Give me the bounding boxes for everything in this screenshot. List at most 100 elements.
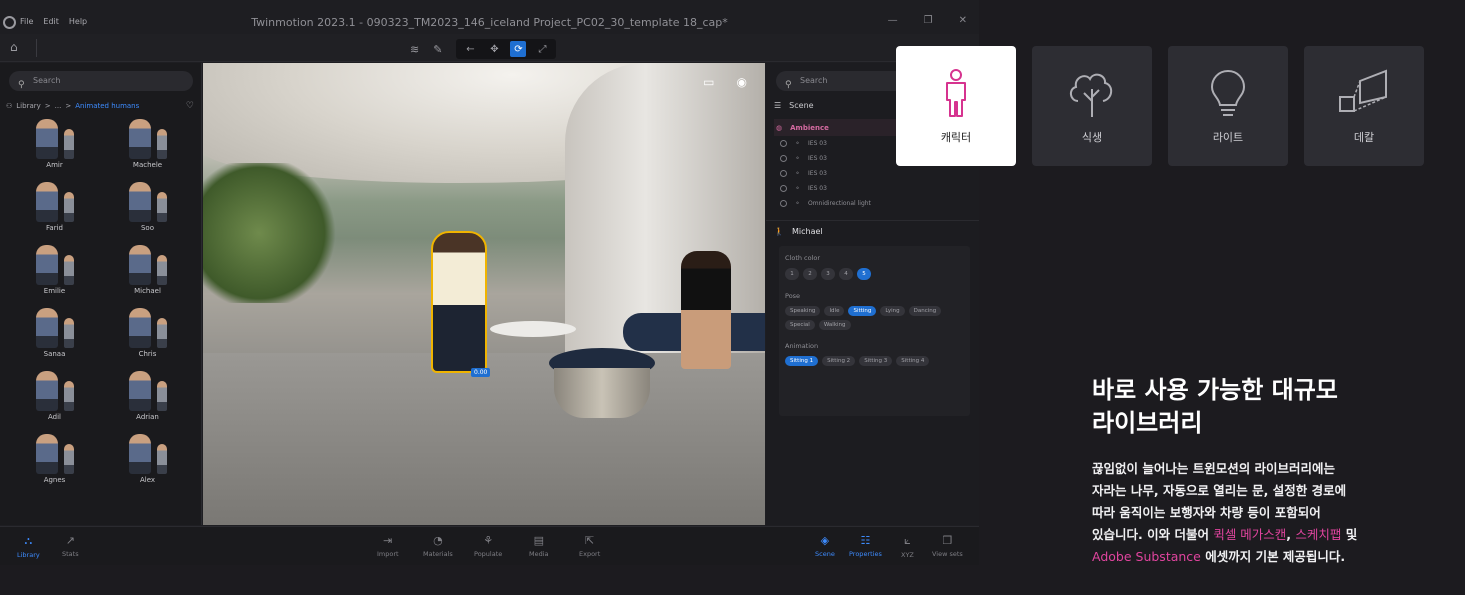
close-icon[interactable]: ✕ — [959, 15, 967, 26]
category-card-light[interactable]: 라이트 — [1168, 46, 1288, 166]
tab-label: Export — [579, 550, 601, 558]
pose-option[interactable]: Dancing — [908, 306, 942, 316]
character-item[interactable]: Michael — [101, 245, 194, 296]
search-icon: ⚲ — [785, 80, 792, 90]
section-headline: 바로 사용 가능한 대규모 라이브러리 — [1092, 374, 1432, 440]
animation-option[interactable]: Sitting 4 — [896, 356, 930, 366]
pose-option[interactable]: Idle — [824, 306, 845, 316]
restore-icon[interactable]: ❐ — [924, 15, 933, 26]
link-sketchfab[interactable]: 스케치팹 — [1295, 527, 1341, 542]
character-item[interactable]: Alex — [101, 434, 194, 485]
title-bar: File Edit Help Twinmotion 2023.1 - 09032… — [0, 12, 979, 34]
home-icon[interactable]: ⌂ — [10, 40, 18, 54]
outline-item[interactable]: ⚬ Omnidirectional light — [774, 196, 974, 211]
back-icon[interactable]: ← — [462, 41, 478, 57]
pose-option-selected[interactable]: Sitting — [848, 306, 877, 316]
stats-icon: ↗ — [65, 534, 75, 547]
eye-icon[interactable] — [780, 185, 787, 192]
tab-library[interactable]: ⛬ Library — [17, 534, 40, 559]
character-thumbnail — [122, 371, 174, 411]
tab-export[interactable]: ⇱ Export — [579, 534, 600, 558]
light-icon: ⚬ — [795, 200, 801, 207]
animation-option-selected[interactable]: Sitting 1 — [785, 356, 819, 366]
cloth-color-title: Cloth color — [785, 254, 821, 262]
person-icon — [946, 69, 966, 117]
tab-populate[interactable]: ⚘ Populate — [474, 534, 502, 558]
animation-option[interactable]: Sitting 2 — [822, 356, 856, 366]
cloth-color-option[interactable]: 3 — [821, 268, 835, 280]
character-item[interactable]: Chris — [101, 308, 194, 359]
walking-person-icon: 🚶 — [774, 227, 784, 236]
tab-properties[interactable]: ☷ Properties — [849, 534, 882, 558]
light-icon: ⚬ — [795, 170, 801, 177]
minimize-icon[interactable]: — — [888, 15, 898, 26]
character-item[interactable]: Machele — [101, 119, 194, 170]
pose-option[interactable]: Special — [785, 320, 815, 330]
breadcrumb-ellipsis[interactable]: ... — [55, 102, 62, 110]
eye-icon[interactable] — [780, 155, 787, 162]
rotate-icon[interactable]: ⟳ — [510, 41, 527, 57]
outline-item-label: Ambience — [790, 123, 829, 132]
move-icon[interactable]: ✥ — [486, 41, 502, 57]
tab-label: Properties — [849, 550, 882, 558]
character-thumbnail — [29, 245, 81, 285]
eye-icon[interactable] — [780, 200, 787, 207]
character-item[interactable]: Emilie — [8, 245, 101, 296]
viewport-woman-reading[interactable] — [681, 251, 731, 369]
library-tree-icon: ⚇ — [6, 102, 13, 110]
category-card-vegetation[interactable]: 식생 — [1032, 46, 1152, 166]
breadcrumb-animated-humans[interactable]: Animated humans — [75, 102, 139, 110]
eye-icon[interactable] — [780, 170, 787, 177]
tab-scene[interactable]: ◈ Scene — [815, 534, 835, 558]
character-item[interactable]: Adrian — [101, 371, 194, 422]
tab-stats[interactable]: ↗ Stats — [62, 534, 79, 558]
cloth-color-option[interactable]: 4 — [839, 268, 853, 280]
category-label: 캐릭터 — [940, 131, 972, 144]
cloth-color-option[interactable]: 1 — [785, 268, 799, 280]
media-icon: ▤ — [533, 534, 544, 547]
tab-view-sets[interactable]: ❒ View sets — [932, 534, 963, 558]
eye-icon[interactable]: ◉ — [737, 75, 747, 89]
character-item[interactable]: Adil — [8, 371, 101, 422]
tab-media[interactable]: ▤ Media — [529, 534, 549, 558]
scale-icon[interactable]: ⤢ — [534, 41, 550, 57]
character-item[interactable]: Agnes — [8, 434, 101, 485]
pose-option[interactable]: Walking — [818, 320, 851, 330]
outline-item[interactable]: ⚬ IES 03 — [774, 166, 974, 181]
picker-icon[interactable]: ✎ — [433, 43, 442, 56]
link-quixel-megascans[interactable]: 퀵셀 메가스캔 — [1213, 527, 1286, 542]
character-item[interactable]: Farid — [8, 182, 101, 233]
tab-xyz[interactable]: ⟀ XYZ — [901, 534, 914, 559]
character-item[interactable]: Soo — [101, 182, 194, 233]
gizmo-value-badge[interactable]: 0.00 — [471, 368, 491, 377]
link-adobe-substance[interactable]: Adobe Substance — [1092, 549, 1201, 564]
viewport-floor — [203, 353, 765, 525]
character-item[interactable]: Sanaa — [8, 308, 101, 359]
tab-label: Materials — [423, 550, 453, 558]
tab-import[interactable]: ⇥ Import — [377, 534, 399, 558]
character-item[interactable]: Amir — [8, 119, 101, 170]
outline-item[interactable]: ⚬ IES 03 — [774, 181, 974, 196]
scene-search-input[interactable]: ⚲ Search — [776, 71, 906, 91]
library-search-input[interactable]: ⚲ Search — [9, 71, 193, 91]
panel-toggle-icon[interactable]: ▭ — [703, 75, 714, 89]
3d-viewport[interactable]: 0.00 ▭ ◉ — [203, 63, 765, 525]
animation-options: Sitting 1 Sitting 2 Sitting 3 Sitting 4 — [785, 356, 964, 366]
animation-option[interactable]: Sitting 3 — [859, 356, 893, 366]
category-card-decal[interactable]: 데칼 — [1304, 46, 1424, 166]
character-thumbnail — [29, 308, 81, 348]
tab-materials[interactable]: ◔ Materials — [423, 534, 453, 558]
eye-icon[interactable] — [780, 140, 787, 147]
category-card-character[interactable]: 캐릭터 — [896, 46, 1016, 166]
selected-character-michael[interactable] — [431, 231, 487, 373]
layers-icon[interactable]: ≋ — [410, 43, 419, 56]
breadcrumb-library[interactable]: Library — [16, 102, 40, 110]
favorite-heart-icon[interactable]: ♡ — [186, 101, 194, 111]
breadcrumb-separator: > — [65, 102, 72, 110]
cloth-color-option-selected[interactable]: 5 — [857, 268, 871, 280]
pose-option[interactable]: Lying — [880, 306, 905, 316]
outline-item-label: IES 03 — [808, 170, 827, 177]
pose-option[interactable]: Speaking — [785, 306, 821, 316]
character-grid: Amir Machele Farid Soo Emilie Michael Sa… — [8, 119, 194, 485]
cloth-color-option[interactable]: 2 — [803, 268, 817, 280]
